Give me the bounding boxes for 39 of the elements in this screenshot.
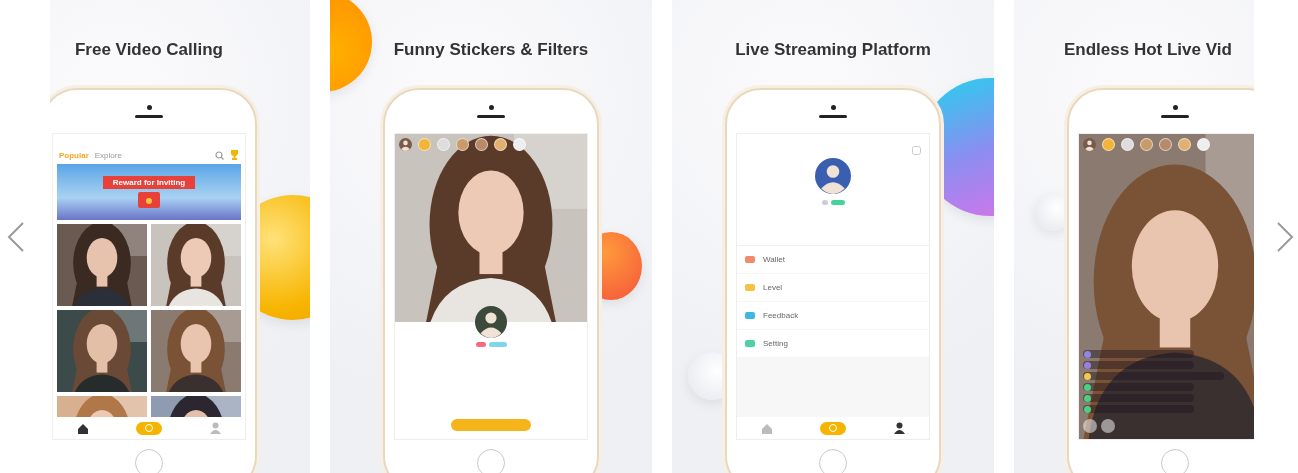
banner[interactable]: Reward for Inviting [57,164,241,220]
avatar-icon [475,306,507,338]
tag-chip [475,342,486,347]
phone-camera [830,105,836,110]
envelope-icon [138,192,160,208]
trophy-icon[interactable] [230,150,239,160]
menu-item[interactable]: Setting [763,339,788,348]
avatar-icon [1083,138,1096,151]
home-icon[interactable] [76,422,89,434]
phone-speaker [135,115,163,118]
avatar-icon [815,158,851,194]
slide-title: Free Video Calling [75,40,223,60]
round-button[interactable] [1083,419,1097,433]
phone-camera [488,105,494,110]
menu-item[interactable]: Level [763,283,783,292]
follow-button[interactable] [451,419,531,431]
phone-camera [146,105,152,110]
settings-icon[interactable] [912,146,921,155]
camera-button[interactable] [820,421,847,435]
banner-ribbon: Reward for Inviting [102,176,196,189]
tag-chip [821,200,828,205]
phone-speaker [819,115,847,118]
camera-button[interactable] [136,421,163,435]
round-button[interactable] [1101,419,1115,433]
chevron-right-icon[interactable] [1276,221,1294,252]
phone-camera [1172,105,1178,110]
menu-item[interactable]: Feedback [763,311,799,320]
tag-chip [830,200,845,205]
person-icon[interactable] [894,422,906,434]
tag-chip [488,342,507,347]
menu-item[interactable]: Wallet [763,255,785,264]
avatar-icon [399,138,412,151]
chevron-left-icon[interactable] [7,221,25,252]
search-icon[interactable] [215,150,224,160]
phone-speaker [1161,115,1189,118]
slide-title: Live Streaming Platform [735,40,931,60]
slide-title: Funny Stickers & Filters [393,40,589,60]
phone-speaker [477,115,505,118]
slide-title: Endless Hot Live Vid [1064,40,1232,60]
